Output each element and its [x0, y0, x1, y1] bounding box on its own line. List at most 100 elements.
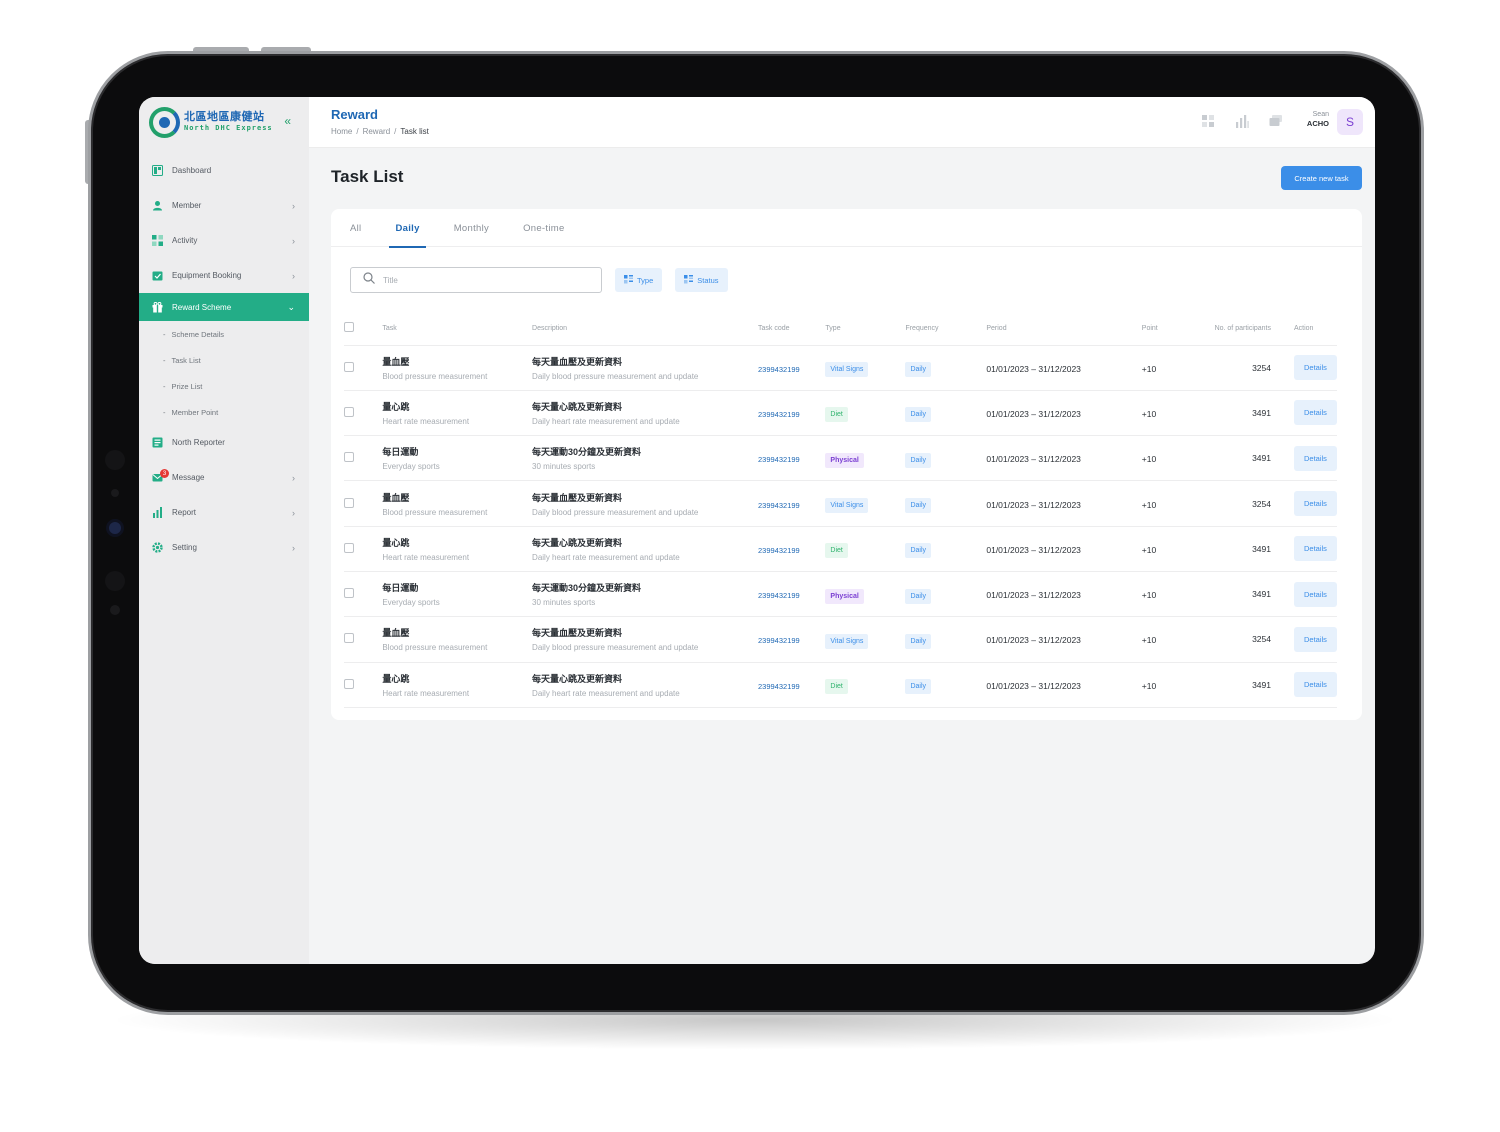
- column-header-task-code: Task code: [758, 324, 790, 332]
- table-row: 量心跳 Heart rate measurement 每天量心跳及更新資料 Daily…: [344, 389, 1337, 436]
- chat-icon[interactable]: [1269, 114, 1283, 128]
- task-name-zh: 量血壓: [382, 628, 410, 639]
- row-checkbox[interactable]: [344, 361, 354, 372]
- row-checkbox[interactable]: [344, 678, 354, 689]
- activity-icon: [152, 235, 163, 246]
- breadcrumb-home[interactable]: Home: [331, 127, 352, 136]
- tab-bar: All Daily Monthly One-time: [331, 209, 1362, 248]
- description-en: 30 minutes sports: [532, 598, 596, 608]
- sidebar: 北區地區康健站 North DHC Express « Dashboard Me…: [139, 97, 309, 964]
- type-tag: Vital Signs: [825, 362, 869, 378]
- table-row: 量心跳 Heart rate measurement 每天量心跳及更新資料 Daily…: [344, 661, 1337, 708]
- type-filter-button[interactable]: Type: [615, 268, 663, 292]
- content-title: Task List: [331, 167, 404, 186]
- frequency-tag: Daily: [905, 407, 932, 423]
- column-header-task: Task: [382, 324, 397, 332]
- app-screen: 北區地區康健站 North DHC Express « Dashboard Me…: [139, 97, 1375, 964]
- sidebar-item-dashboard[interactable]: Dashboard: [139, 153, 309, 188]
- task-name-zh: 量心跳: [382, 401, 410, 412]
- device-sensor: [111, 489, 119, 497]
- details-button[interactable]: Details: [1294, 491, 1337, 517]
- task-code-link[interactable]: 2399432199: [758, 410, 800, 419]
- task-code-link[interactable]: 2399432199: [758, 682, 800, 691]
- type-tag: Physical: [825, 452, 864, 468]
- row-checkbox[interactable]: [344, 633, 354, 644]
- sidebar-item-label: Setting: [172, 543, 197, 552]
- sidebar-item-north-reporter[interactable]: North Reporter: [139, 425, 309, 460]
- breadcrumb-reward[interactable]: Reward: [363, 127, 391, 136]
- sidebar-item-activity[interactable]: Activity ›: [139, 223, 309, 258]
- filter-icon: [684, 274, 697, 286]
- description-zh: 每天量血壓及更新資料: [532, 356, 623, 367]
- select-all-checkbox[interactable]: [344, 322, 354, 333]
- camera-lens: [109, 522, 121, 534]
- sidebar-item-message[interactable]: 3 Message ›: [139, 460, 309, 495]
- row-checkbox[interactable]: [344, 452, 354, 463]
- user-info[interactable]: Sean ACHO: [1307, 110, 1329, 130]
- details-button[interactable]: Details: [1294, 355, 1337, 381]
- task-name-zh: 量血壓: [382, 492, 410, 503]
- details-button[interactable]: Details: [1294, 536, 1337, 562]
- sidebar-item-label: Member: [172, 201, 202, 210]
- details-button[interactable]: Details: [1294, 672, 1337, 698]
- task-code-link[interactable]: 2399432199: [758, 636, 800, 645]
- tab-monthly[interactable]: Monthly: [448, 209, 495, 247]
- row-checkbox[interactable]: [344, 588, 354, 599]
- row-checkbox[interactable]: [344, 497, 354, 508]
- tab-daily[interactable]: Daily: [389, 209, 426, 248]
- column-header-type: Type: [825, 324, 841, 332]
- sidebar-subitem-scheme-details[interactable]: - Scheme Details: [139, 321, 309, 347]
- task-code-link[interactable]: 2399432199: [758, 591, 800, 600]
- row-checkbox[interactable]: [344, 542, 354, 553]
- sidebar-item-member[interactable]: Member ›: [139, 188, 309, 223]
- participant-count: 3254: [1186, 616, 1271, 663]
- sidebar-item-reward-scheme[interactable]: Reward Scheme ⌄: [139, 293, 309, 321]
- period-range: 01/01/2023 – 31/12/2023: [986, 408, 1081, 419]
- type-tag: Diet: [825, 407, 848, 423]
- task-name-en: Everyday sports: [382, 462, 440, 472]
- chevron-right-icon: ›: [292, 542, 295, 553]
- type-tag: Physical: [825, 588, 864, 604]
- sidebar-item-equipment-booking[interactable]: Equipment Booking ›: [139, 258, 309, 293]
- task-name-zh: 量血壓: [382, 356, 410, 367]
- status-filter-button[interactable]: Status: [675, 268, 728, 292]
- grid-icon[interactable]: [1201, 114, 1215, 128]
- details-button[interactable]: Details: [1294, 400, 1337, 426]
- search-box[interactable]: [350, 267, 602, 293]
- table-row: 每日運動 Everyday sports 每天運動30分鐘及更新資料 30 minut…: [344, 570, 1337, 617]
- details-button[interactable]: Details: [1294, 581, 1337, 607]
- task-name-en: Heart rate measurement: [382, 416, 470, 426]
- sidebar-subitem-task-list[interactable]: - Task List: [139, 347, 309, 373]
- task-code-link[interactable]: 2399432199: [758, 546, 800, 555]
- create-new-task-button[interactable]: Create new task: [1281, 166, 1362, 190]
- task-name-zh: 量心跳: [382, 673, 410, 684]
- participant-count: 3491: [1186, 525, 1271, 572]
- period-range: 01/01/2023 – 31/12/2023: [986, 590, 1081, 601]
- sidebar-subitem-prize-list[interactable]: - Prize List: [139, 373, 309, 399]
- search-input[interactable]: [383, 275, 583, 285]
- sidebar-item-report[interactable]: Report ›: [139, 495, 309, 530]
- table-row: 量血壓 Blood pressure measurement 每天量血壓及更新資料 D…: [344, 480, 1337, 527]
- bar-chart-icon[interactable]: [1235, 114, 1249, 128]
- tab-all[interactable]: All: [344, 209, 367, 247]
- task-code-link[interactable]: 2399432199: [758, 455, 800, 464]
- details-button[interactable]: Details: [1294, 445, 1337, 471]
- table-row: 量心跳 Heart rate measurement 每天量心跳及更新資料 Daily…: [344, 525, 1337, 572]
- device-sensor: [105, 571, 125, 591]
- sidebar-item-setting[interactable]: Setting ›: [139, 530, 309, 565]
- tab-one-time[interactable]: One-time: [517, 209, 570, 247]
- logo-icon: [149, 106, 180, 138]
- gear-icon: [152, 542, 163, 553]
- chevron-down-icon: ⌄: [287, 301, 295, 312]
- description-en: Daily blood pressure measurement and upd…: [532, 371, 699, 381]
- task-code-link[interactable]: 2399432199: [758, 365, 800, 374]
- column-header-frequency: Frequency: [905, 324, 939, 332]
- column-header-point: Point: [1141, 324, 1158, 332]
- task-code-link[interactable]: 2399432199: [758, 501, 800, 510]
- sidebar-item-label: North Reporter: [172, 438, 225, 447]
- double-chevron-left-icon[interactable]: «: [284, 114, 291, 128]
- sidebar-subitem-member-point[interactable]: - Member Point: [139, 399, 309, 425]
- row-checkbox[interactable]: [344, 406, 354, 417]
- avatar[interactable]: S: [1337, 109, 1363, 135]
- details-button[interactable]: Details: [1294, 626, 1337, 652]
